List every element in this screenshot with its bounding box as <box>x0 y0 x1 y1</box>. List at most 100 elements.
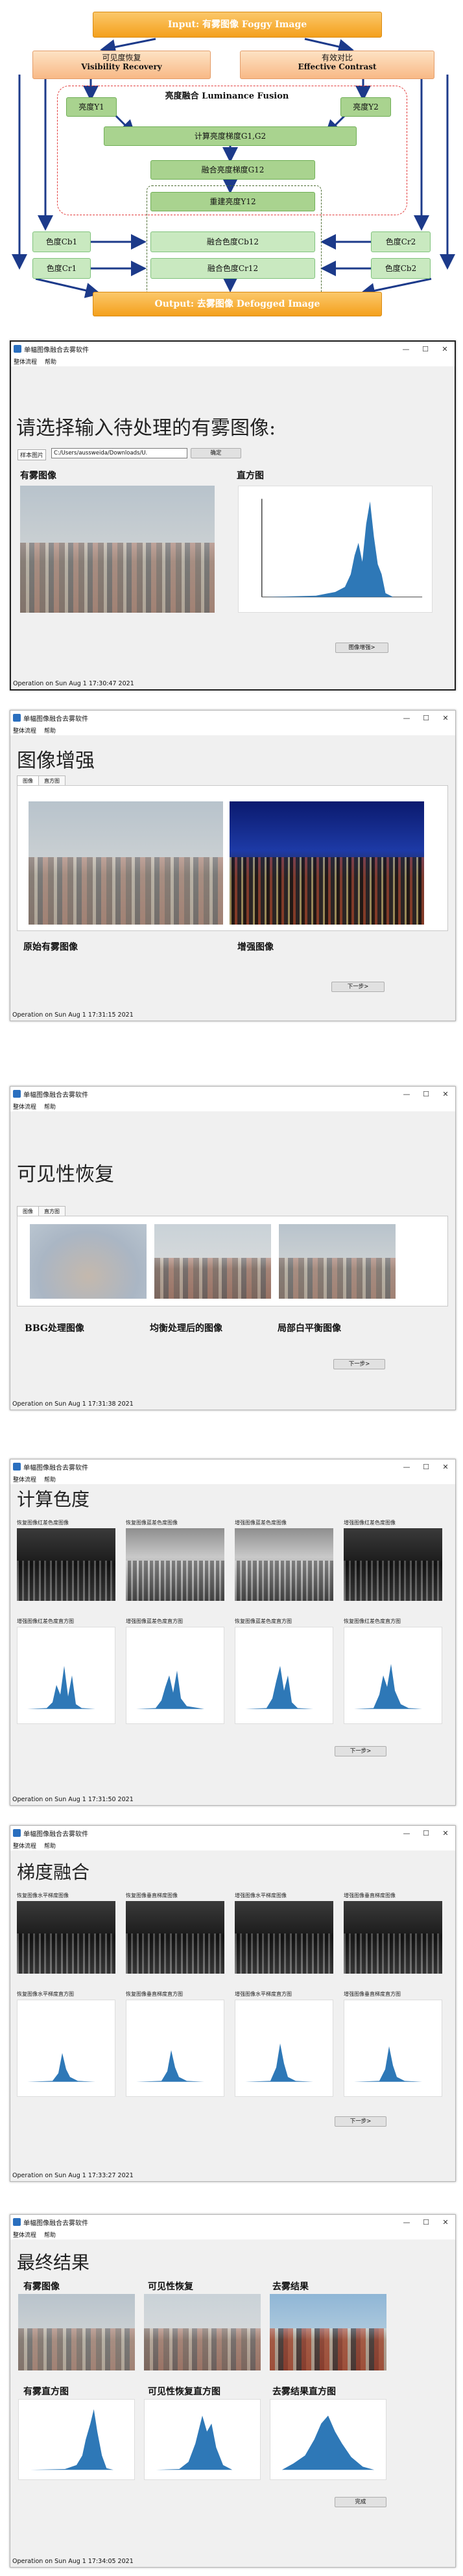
chroma-image-2 <box>126 1528 224 1601</box>
caption-histogram: 直方图 <box>237 471 264 481</box>
confirm-button[interactable]: 确定 <box>191 448 241 458</box>
chroma-image-3 <box>235 1528 333 1601</box>
menu-help[interactable]: 帮助 <box>45 357 56 366</box>
chroma-histogram-1 <box>17 1627 115 1724</box>
title-bar: 单幅图像融合去雾软件 — ☐ ✕ <box>11 342 455 356</box>
luminance-fusion-label: 亮度融合 Luminance Fusion <box>165 91 289 101</box>
title-bar: 单幅图像融合去雾软件 — ☐ ✕ <box>10 2215 455 2229</box>
page-title: 图像增强 <box>17 750 95 772</box>
menu-flow[interactable]: 整体流程 <box>13 1102 36 1111</box>
label-bot-1: 增强图像红差色度直方图 <box>17 1618 74 1624</box>
next-button[interactable]: 下一步> <box>333 1359 385 1369</box>
page-title: 请选择输入待处理的有雾图像: <box>16 417 276 440</box>
fused-cr12-box: 融合色度Cr12 <box>150 258 315 279</box>
menu-flow[interactable]: 整体流程 <box>13 1841 36 1850</box>
minimize-button[interactable]: — <box>397 1829 416 1837</box>
next-button[interactable]: 下一步> <box>335 1746 386 1756</box>
menu-help[interactable]: 帮助 <box>44 1475 56 1483</box>
title-bar: 单幅图像融合去雾软件 — ☐ ✕ <box>10 1459 455 1474</box>
gradient-histogram-4 <box>344 2000 442 2097</box>
caption-foggy: 有雾图像 <box>20 471 56 481</box>
status-bar: Operation on Sun Aug 1 17:31:50 2021 <box>12 1796 134 1803</box>
close-button[interactable]: ✕ <box>435 345 455 353</box>
window-enhance: 单幅图像融合去雾软件 — ☐ ✕ 整体流程 帮助 图像增强 图像 直方图 原始有雾图… <box>10 710 456 1021</box>
label-top-4: 增强图像垂直梯度图像 <box>344 1893 396 1898</box>
maximize-button[interactable]: ☐ <box>416 2218 436 2227</box>
caption-white-balance: 局部白平衡图像 <box>278 1323 341 1334</box>
bbg-image <box>30 1224 147 1299</box>
menu-help[interactable]: 帮助 <box>44 2230 56 2239</box>
foggy-image <box>20 486 215 613</box>
gradient-histogram-2 <box>126 2000 224 2097</box>
chroma-histogram-4 <box>344 1627 442 1724</box>
close-button[interactable]: ✕ <box>436 1090 455 1098</box>
maximize-button[interactable]: ☐ <box>416 1463 436 1471</box>
visibility-cn: 可见度恢复 <box>102 53 141 62</box>
finish-button[interactable]: 完成 <box>335 2497 386 2507</box>
white-balance-image <box>279 1224 396 1299</box>
visibility-image <box>144 2294 261 2370</box>
app-icon <box>13 1090 21 1098</box>
gradient-image-2 <box>126 1901 224 1974</box>
label-top-1: 恢复图像红差色度图像 <box>17 1520 69 1526</box>
menu-help[interactable]: 帮助 <box>44 1102 56 1111</box>
window-gradient: 单幅图像融合去雾软件 — ☐ ✕ 整体流程 帮助 梯度融合 恢复图像水平梯度图像 恢… <box>10 1825 456 2182</box>
window-title: 单幅图像融合去雾软件 <box>23 1830 88 1838</box>
caption-original: 原始有雾图像 <box>23 942 78 952</box>
visibility-histogram <box>144 2399 261 2480</box>
tab-image[interactable]: 图像 <box>17 775 39 786</box>
menu-bar: 整体流程 帮助 <box>10 1840 455 1850</box>
menu-bar: 整体流程 帮助 <box>10 1101 455 1111</box>
caption-enhanced: 增强图像 <box>237 942 274 952</box>
input-box: Input: 有雾图像 Foggy Image <box>93 12 382 38</box>
menu-flow[interactable]: 整体流程 <box>13 1475 36 1483</box>
maximize-button[interactable]: ☐ <box>416 714 436 722</box>
contrast-cn: 有效对比 <box>321 53 353 62</box>
result-histogram <box>270 2399 386 2480</box>
menu-flow[interactable]: 整体流程 <box>13 726 36 735</box>
chroma-cr2-box: 色度Cr2 <box>371 231 431 252</box>
chroma-image-4 <box>344 1528 442 1601</box>
caption-visibility-hist: 可见性恢复直方图 <box>148 2387 220 2397</box>
window-title: 单幅图像融合去雾软件 <box>23 2219 88 2227</box>
menu-flow[interactable]: 整体流程 <box>13 2230 36 2239</box>
app-icon <box>13 1463 21 1471</box>
window-title: 单幅图像融合去雾软件 <box>23 1091 88 1099</box>
file-label: 样本图片 <box>18 449 47 460</box>
enhance-next-button[interactable]: 图像增强> <box>335 643 388 653</box>
menu-flow[interactable]: 整体流程 <box>14 357 37 366</box>
maximize-button[interactable]: ☐ <box>416 345 435 353</box>
tab-histogram[interactable]: 直方图 <box>38 1206 65 1216</box>
file-path-input[interactable]: C:/Users/aussweida/Downloads/U. <box>51 448 187 458</box>
chroma-image-1 <box>17 1528 115 1601</box>
chroma-cr1-box: 色度Cr1 <box>32 258 91 279</box>
next-button[interactable]: 下一步> <box>335 2116 386 2127</box>
minimize-button[interactable]: — <box>396 345 416 353</box>
luminance-y1-box: 亮度Y1 <box>66 97 117 117</box>
label-top-3: 增强图像蓝差色度图像 <box>235 1520 287 1526</box>
close-button[interactable]: ✕ <box>436 1829 455 1837</box>
defogged-image <box>270 2294 386 2370</box>
tab-histogram[interactable]: 直方图 <box>38 775 65 786</box>
gradient-image-4 <box>344 1901 442 1974</box>
close-button[interactable]: ✕ <box>436 1463 455 1471</box>
window-title: 单幅图像融合去雾软件 <box>23 715 88 723</box>
close-button[interactable]: ✕ <box>436 714 455 722</box>
maximize-button[interactable]: ☐ <box>416 1829 436 1837</box>
close-button[interactable]: ✕ <box>436 2218 455 2227</box>
caption-equalized: 均衡处理后的图像 <box>150 1323 222 1334</box>
minimize-button[interactable]: — <box>397 2218 416 2227</box>
next-button[interactable]: 下一步> <box>331 982 385 992</box>
tab-bar: 图像 直方图 <box>17 775 65 786</box>
maximize-button[interactable]: ☐ <box>416 1090 436 1098</box>
caption-result-hist: 去雾结果直方图 <box>272 2387 336 2397</box>
minimize-button[interactable]: — <box>397 1090 416 1098</box>
tab-image[interactable]: 图像 <box>17 1206 39 1216</box>
minimize-button[interactable]: — <box>397 714 416 722</box>
enhanced-image <box>230 801 424 925</box>
menu-help[interactable]: 帮助 <box>44 1841 56 1850</box>
visibility-en: Visibility Recovery <box>81 62 162 71</box>
menu-help[interactable]: 帮助 <box>44 726 56 735</box>
minimize-button[interactable]: — <box>397 1463 416 1471</box>
app-icon <box>14 345 21 353</box>
